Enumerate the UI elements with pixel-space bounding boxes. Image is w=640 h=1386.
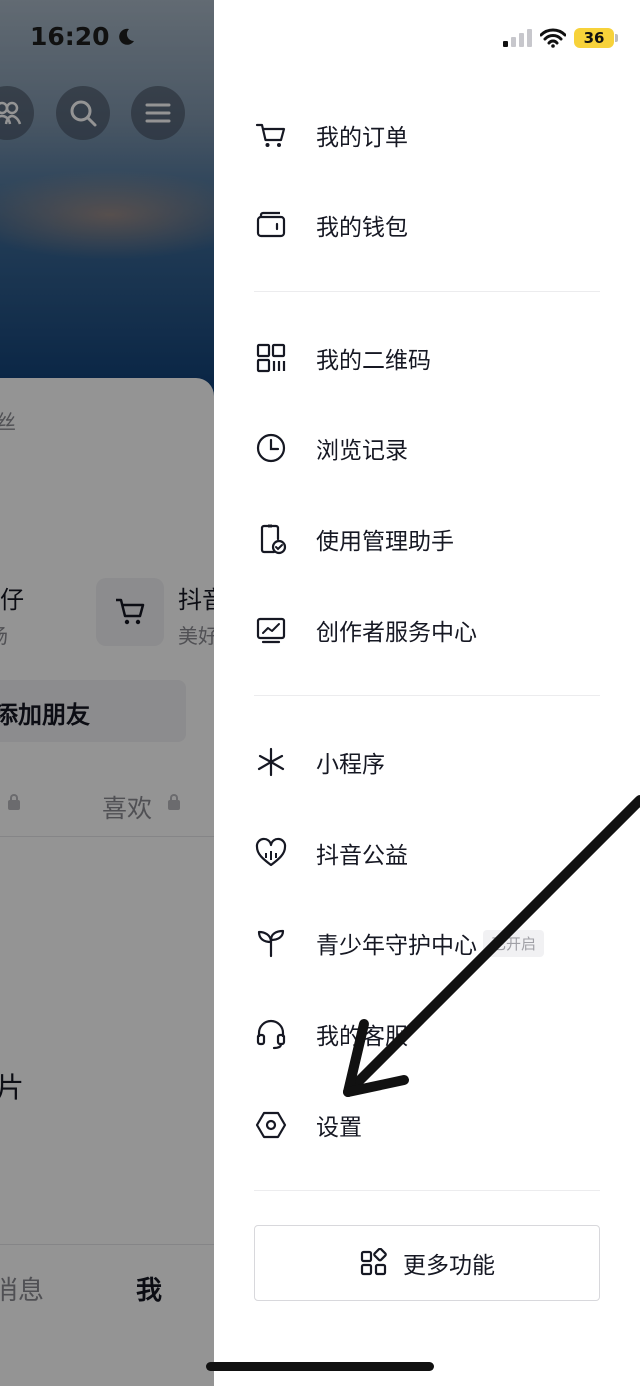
phone-check-icon: [254, 522, 288, 556]
hexagon-settings-icon: [254, 1108, 288, 1142]
menu-label: 青少年守护中心: [316, 933, 477, 959]
menu-item-customer-service[interactable]: 我的客服: [254, 1004, 408, 1064]
moon-icon: [118, 28, 134, 45]
menu-item-orders[interactable]: 我的订单: [254, 105, 408, 165]
monitor-chart-icon: [254, 613, 288, 647]
dim-overlay[interactable]: [0, 0, 214, 1386]
menu-item-history[interactable]: 浏览记录: [254, 418, 408, 478]
clock-text: 16:20: [30, 22, 110, 51]
menu-item-qrcode[interactable]: 我的二维码: [254, 328, 431, 388]
status-time: 16:20: [30, 22, 136, 51]
menu-label: 设置: [316, 1115, 362, 1141]
menu-item-charity[interactable]: 抖音公益: [254, 823, 408, 883]
grid-apps-icon: [360, 1248, 387, 1276]
side-drawer: 36 我的订单 我的钱包 我的二维码 浏览记录 使用管理助手 创作者服务中心 小…: [214, 0, 640, 1386]
menu-item-settings[interactable]: 设置: [254, 1095, 362, 1155]
cellular-signal-icon: [503, 29, 532, 47]
cart-icon: [254, 118, 288, 152]
menu-divider: [254, 291, 600, 292]
menu-item-wallet[interactable]: 我的钱包: [254, 195, 408, 255]
menu-label: 使用管理助手: [316, 529, 454, 555]
status-indicators: 36: [503, 28, 618, 48]
heart-charity-icon: [254, 836, 288, 870]
menu-item-creator-center[interactable]: 创作者服务中心: [254, 600, 477, 660]
battery-icon: 36: [574, 28, 618, 48]
menu-label: 我的客服: [316, 1024, 408, 1050]
sprout-icon: [254, 926, 288, 960]
headset-icon: [254, 1017, 288, 1051]
menu-item-usage-assistant[interactable]: 使用管理助手: [254, 509, 454, 569]
menu-label: 创作者服务中心: [316, 620, 477, 646]
menu-label: 浏览记录: [316, 438, 408, 464]
menu-divider: [254, 695, 600, 696]
qrcode-icon: [254, 341, 288, 375]
menu-divider: [254, 1190, 600, 1191]
home-indicator[interactable]: [206, 1362, 434, 1371]
wallet-icon: [254, 208, 288, 242]
menu-label: 我的订单: [316, 125, 408, 151]
clock-icon: [254, 431, 288, 465]
battery-level: 36: [583, 29, 605, 47]
wifi-icon: [540, 28, 566, 48]
menu-label: 我的二维码: [316, 348, 431, 374]
menu-label: 抖音公益: [316, 843, 408, 869]
mini-program-icon: [254, 745, 288, 779]
menu-item-mini-program[interactable]: 小程序: [254, 732, 385, 792]
status-badge: 已开启: [483, 929, 545, 957]
menu-label: 小程序: [316, 752, 385, 778]
more-features-label: 更多功能: [403, 1253, 495, 1279]
more-features-button[interactable]: 更多功能: [254, 1225, 600, 1301]
menu-label: 我的钱包: [316, 215, 408, 241]
menu-item-youth-protection[interactable]: 青少年守护中心 已开启: [254, 913, 545, 973]
